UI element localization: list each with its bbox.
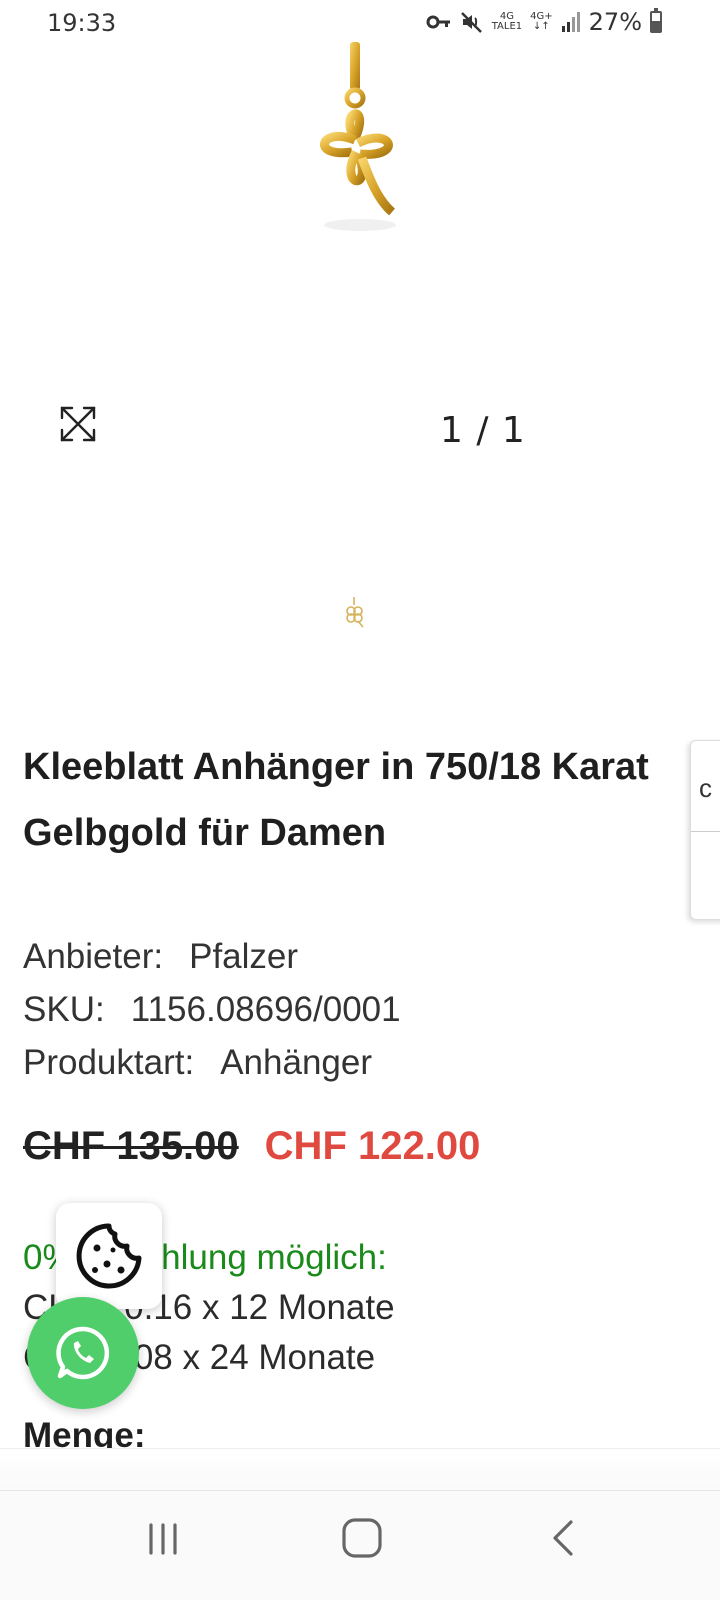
battery-percent: 27% [588, 8, 642, 36]
key-icon [426, 15, 450, 29]
product-image-main[interactable] [0, 40, 720, 260]
vendor-value[interactable]: Pfalzer [189, 937, 298, 976]
bottom-sheet-edge [0, 1448, 720, 1490]
cookie-icon [76, 1223, 142, 1289]
data-arrows-icon: ↓↑ [533, 21, 550, 32]
cookie-settings-button[interactable] [56, 1203, 162, 1309]
status-bar: 19:33 4G TALE1 4G+ ↓↑ 27% [0, 0, 720, 44]
system-nav-bar [0, 1490, 720, 1600]
type-value[interactable]: Anhänger [220, 1043, 372, 1082]
vendor-label: Anbieter: [23, 937, 164, 976]
side-drawer-tab[interactable]: c [690, 740, 720, 920]
whatsapp-chat-button[interactable] [27, 1297, 139, 1409]
nav-back-icon[interactable] [545, 1518, 585, 1558]
price-block: CHF 135.00 CHF 122.00 [23, 1124, 480, 1169]
product-meta: Anbieter: Pfalzer SKU: 1156.08696/0001 Pro… [23, 930, 401, 1089]
product-title: Kleeblatt Anhänger in 750/18 Karat Gelbg… [23, 746, 649, 854]
nav-home-icon[interactable] [340, 1516, 384, 1560]
product-thumbnail[interactable] [343, 596, 367, 630]
battery-icon [650, 8, 662, 33]
side-tab-icon: c [699, 773, 712, 803]
network-1-bottom: TALE1 [491, 21, 523, 32]
side-tab-divider [691, 831, 720, 832]
mute-icon [460, 12, 482, 33]
status-time: 19:33 [47, 9, 117, 37]
whatsapp-icon [56, 1326, 110, 1380]
type-row: Produktart: Anhänger [23, 1036, 401, 1089]
original-price: CHF 135.00 [23, 1124, 239, 1168]
type-label: Produktart: [23, 1043, 195, 1082]
expand-icon[interactable] [58, 404, 98, 444]
network-indicator-1: 4G TALE1 [492, 12, 522, 32]
sku-row: SKU: 1156.08696/0001 [23, 983, 401, 1036]
status-icons: 4G TALE1 4G+ ↓↑ 27% [426, 8, 662, 36]
signal-icon [561, 12, 580, 32]
network-indicator-2: 4G+ ↓↑ [530, 12, 553, 32]
gallery-counter: 1 / 1 [440, 410, 526, 451]
vendor-row: Anbieter: Pfalzer [23, 930, 401, 983]
sku-label: SKU: [23, 990, 105, 1029]
clover-pendant-image [320, 42, 396, 231]
nav-recent-icon[interactable] [145, 1519, 185, 1559]
sku-value: 1156.08696/0001 [130, 990, 401, 1029]
sale-price: CHF 122.00 [264, 1124, 481, 1168]
